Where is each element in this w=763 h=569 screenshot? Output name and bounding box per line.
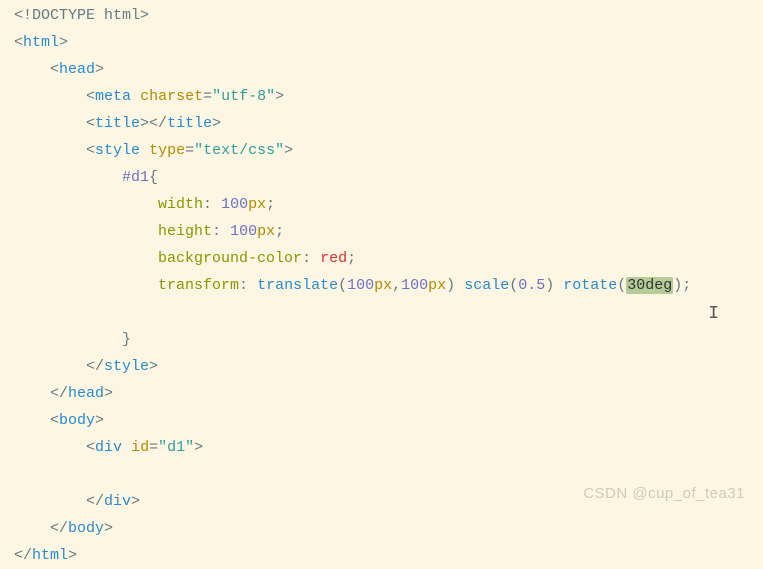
doctype-text: <!DOCTYPE html> — [14, 7, 149, 24]
id-value: "d1" — [158, 439, 194, 456]
prop-height: height — [158, 223, 212, 240]
code-line: } — [0, 326, 763, 353]
unit-px: px — [248, 196, 266, 213]
prop-bg: background-color — [158, 250, 302, 267]
code-line: <meta charset="utf-8"> — [0, 83, 763, 110]
unit-px-b: px — [257, 223, 275, 240]
code-line: #d1{ — [0, 164, 763, 191]
rotate-val-selected: 30deg — [626, 277, 673, 294]
meta-tag: meta — [95, 88, 131, 105]
title-open: title — [95, 115, 140, 132]
prop-width: width — [158, 196, 203, 213]
func-rotate: rotate — [563, 277, 617, 294]
charset-value: "utf-8" — [212, 88, 275, 105]
style-tag: style — [95, 142, 140, 159]
id-attr: id — [131, 439, 149, 456]
val-100b: 100 — [230, 223, 257, 240]
code-line: </body> — [0, 515, 763, 542]
code-line: <!DOCTYPE html> — [0, 2, 763, 29]
body-close: body — [68, 520, 104, 537]
head-close: head — [68, 385, 104, 402]
brace-open: { — [149, 169, 158, 186]
tr-y: 100 — [401, 277, 428, 294]
title-close: title — [167, 115, 212, 132]
code-line: <title></title> — [0, 110, 763, 137]
div-tag: div — [95, 439, 122, 456]
code-line: transform: translate(100px,100px) scale(… — [0, 272, 763, 299]
style-close: style — [104, 358, 149, 375]
html-tag: html — [23, 34, 59, 51]
code-line: <div id="d1"> — [0, 434, 763, 461]
code-line: <style type="text/css"> — [0, 137, 763, 164]
func-translate: translate — [257, 277, 338, 294]
code-line: height: 100px; — [0, 218, 763, 245]
code-line: </html> — [0, 542, 763, 569]
tr-x: 100 — [347, 277, 374, 294]
val-red: red — [320, 250, 347, 267]
tr-y-unit: px — [428, 277, 446, 294]
type-value: "text/css" — [194, 142, 284, 159]
func-scale: scale — [464, 277, 509, 294]
scale-val: 0.5 — [518, 277, 545, 294]
html-close-tag: html — [32, 547, 68, 564]
css-selector: #d1 — [122, 169, 149, 186]
code-line: </style> — [0, 353, 763, 380]
code-line: </head> — [0, 380, 763, 407]
code-line: background-color: red; — [0, 245, 763, 272]
code-line: <head> — [0, 56, 763, 83]
code-line — [0, 299, 763, 326]
type-attr: type — [149, 142, 185, 159]
charset-attr: charset — [140, 88, 203, 105]
div-close: div — [104, 493, 131, 510]
body-tag: body — [59, 412, 95, 429]
code-line: <html> — [0, 29, 763, 56]
val-100: 100 — [221, 196, 248, 213]
brace-close: } — [122, 331, 131, 348]
head-tag: head — [59, 61, 95, 78]
code-line: width: 100px; — [0, 191, 763, 218]
text-cursor-icon: I — [708, 298, 719, 330]
code-line: <body> — [0, 407, 763, 434]
watermark-text: CSDN @cup_of_tea31 — [583, 480, 745, 507]
tr-x-unit: px — [374, 277, 392, 294]
prop-transform: transform — [158, 277, 239, 294]
